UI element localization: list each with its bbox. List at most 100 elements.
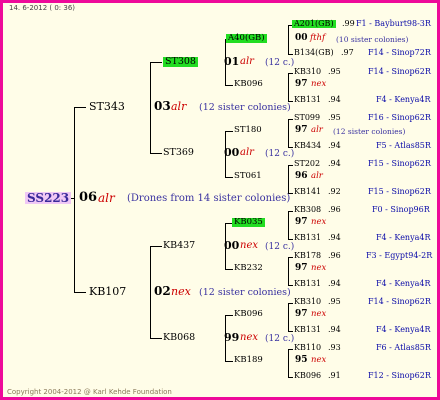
dam-year: 02: [154, 284, 171, 298]
sire-year: 03: [154, 99, 171, 113]
root-comment: (Drones from 14 sister colonies): [127, 193, 291, 204]
root-race: alr: [98, 191, 115, 205]
gen3-race: nex: [311, 355, 327, 365]
gen3-name[interactable]: A40(GB): [226, 34, 267, 43]
dam-comment: (12 sister colonies): [199, 287, 291, 298]
copyright-footer: Copyright 2004-2012 @ Karl Kehde Foundat…: [7, 388, 172, 396]
connector: [288, 165, 293, 166]
connector: [150, 246, 151, 338]
gen4-year: .94: [328, 159, 341, 168]
gen4-location: F15 - Sinop62R: [368, 187, 431, 196]
gen4-name[interactable]: KB110: [294, 344, 321, 352]
gen4-location: F4 - Kenya4R: [376, 233, 431, 242]
gen2-race: alr: [240, 147, 254, 158]
gen2-race: nex: [240, 332, 258, 343]
gen4-location: F12 - Sinop62R: [368, 371, 431, 380]
gen4-name[interactable]: ST202: [294, 160, 320, 168]
connector: [288, 147, 293, 148]
gen4-location: F4 - Kenya4R: [376, 325, 431, 334]
gen3-year: 97: [295, 125, 308, 135]
gen2-comment: (12 c.): [265, 149, 295, 159]
gen3-year: 97: [295, 79, 308, 89]
gen4-year: .91: [328, 371, 341, 380]
gen4-year: .92: [328, 187, 341, 196]
gen4-name[interactable]: KB308: [294, 206, 321, 214]
connector: [288, 303, 293, 304]
gen4-year: .96: [328, 205, 341, 214]
gen3-name[interactable]: KB096: [234, 310, 263, 319]
connector: [150, 62, 162, 63]
gen2-comment: (12 c.): [265, 58, 295, 68]
connector: [225, 361, 233, 362]
gen4-name[interactable]: KB310: [294, 68, 321, 76]
gen4-name[interactable]: KB131: [294, 96, 321, 104]
gen4-location: F16 - Sinop62R: [368, 113, 431, 122]
gen2-year: 00: [224, 239, 240, 252]
connector: [288, 211, 293, 212]
connector: [288, 303, 289, 331]
gen2-name[interactable]: KB437: [163, 241, 195, 251]
gen4-location: F15 - Sinop62R: [368, 159, 431, 168]
gen4-name[interactable]: KB141: [294, 188, 321, 196]
gen3-name[interactable]: KB096: [234, 80, 263, 89]
gen3-race: nex: [311, 263, 327, 273]
gen3-comment: (10 sister colonies): [336, 35, 409, 44]
gen3-name[interactable]: KB035: [232, 218, 265, 227]
sire-name[interactable]: ST343: [89, 101, 125, 112]
connector: [74, 107, 75, 293]
date-label: 14. 6-2012 ( 0: 36): [9, 4, 76, 12]
gen4-year: .95: [328, 113, 341, 122]
gen4-name[interactable]: KB131: [294, 326, 321, 334]
connector: [288, 54, 293, 55]
gen4-year: .96: [328, 251, 341, 260]
gen4-name[interactable]: KB310: [294, 298, 321, 306]
gen2-year: 01: [224, 55, 240, 68]
gen3-name[interactable]: KB232: [234, 264, 263, 273]
gen4-year: .94: [328, 325, 341, 334]
gen4-location: F3 - Egypt94-2R: [366, 251, 433, 260]
gen3-name[interactable]: ST061: [234, 172, 262, 181]
gen4-name[interactable]: ST099: [294, 114, 320, 122]
gen3-name[interactable]: KB189: [234, 356, 263, 365]
gen4-year: .94: [328, 95, 341, 104]
connector: [150, 153, 162, 154]
connector: [74, 107, 86, 108]
gen4-name[interactable]: A201(GB): [292, 20, 336, 28]
gen3-race: nex: [311, 79, 327, 89]
connector: [288, 285, 293, 286]
root-queen-name[interactable]: SS223: [25, 192, 72, 204]
gen2-name[interactable]: ST308: [163, 57, 198, 67]
root-year: 06: [79, 190, 98, 205]
connector: [288, 211, 289, 239]
connector: [225, 315, 233, 316]
gen4-name[interactable]: KB434: [294, 142, 321, 150]
gen4-name[interactable]: KB178: [294, 252, 321, 260]
gen4-location: F14 - Sinop62R: [368, 67, 431, 76]
connector: [225, 85, 233, 86]
gen4-location: F0 - Sinop96R: [372, 205, 430, 214]
gen4-location: F14 - Sinop62R: [368, 297, 431, 306]
gen4-location: F4 - Kenya4R: [376, 279, 431, 288]
connector: [288, 119, 289, 147]
gen4-year: .94: [328, 233, 341, 242]
gen4-location: F4 - Kenya4R: [376, 95, 431, 104]
dam-race: nex: [171, 285, 191, 298]
gen4-name[interactable]: KB131: [294, 234, 321, 242]
connector: [288, 239, 293, 240]
gen4-name[interactable]: KB096: [294, 372, 321, 380]
gen3-name[interactable]: ST180: [234, 126, 262, 135]
connector: [225, 269, 233, 270]
gen3-year: 97: [295, 217, 308, 227]
connector: [288, 119, 293, 120]
gen3-year: 95: [295, 355, 308, 365]
pedigree-frame: { "header": {"date_label": "14. 6-2012 (…: [0, 0, 440, 400]
connector: [288, 377, 293, 378]
connector: [288, 257, 293, 258]
gen2-name[interactable]: ST369: [163, 148, 194, 158]
gen2-name[interactable]: KB068: [163, 333, 195, 343]
dam-name[interactable]: KB107: [89, 286, 126, 297]
sire-comment: (12 sister colonies): [199, 102, 291, 113]
gen4-name[interactable]: KB131: [294, 280, 321, 288]
gen4-name[interactable]: B134(GB): [294, 49, 334, 57]
connector: [288, 331, 293, 332]
